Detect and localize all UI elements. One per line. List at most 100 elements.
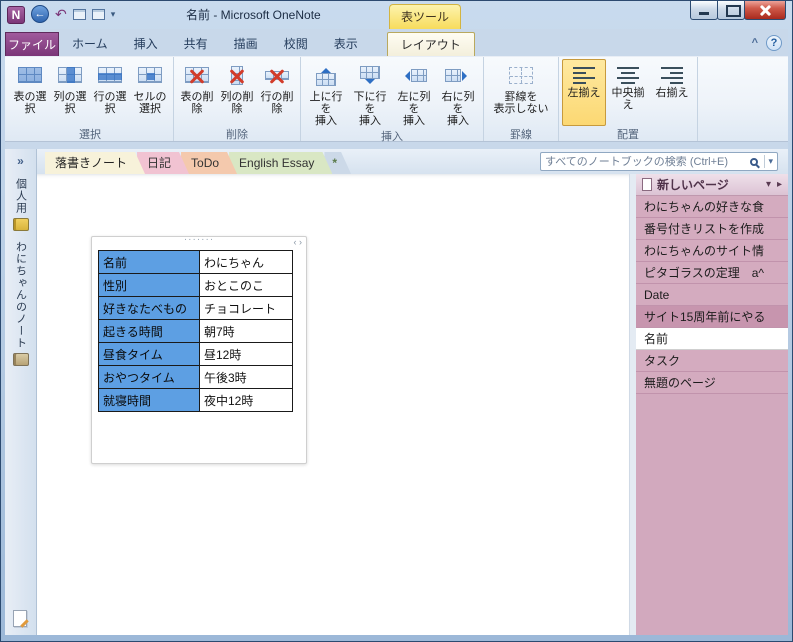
insert-row-below-button[interactable]: 下に行を 挿入 — [348, 59, 392, 128]
profile-table[interactable]: 名前 わにちゃん 性別 おとこのこ 好きなたべもの チョコレート 起きる時間 朝… — [98, 250, 293, 412]
section-tab-todo[interactable]: ToDo — [181, 152, 237, 174]
insert-column-right-button[interactable]: 右に列を 挿入 — [436, 59, 480, 128]
minimize-button[interactable] — [690, 1, 718, 20]
unfiled-notes-icon[interactable] — [13, 610, 27, 627]
select-table-icon — [17, 64, 43, 88]
align-left-icon — [573, 67, 595, 84]
page-item[interactable]: わにちゃんの好きな食 — [636, 196, 788, 218]
tab-file[interactable]: ファイル — [5, 32, 59, 56]
table-row[interactable]: 就寝時間 夜中12時 — [98, 388, 293, 412]
maximize-button[interactable] — [717, 1, 745, 20]
select-column-icon — [57, 64, 83, 88]
table-key-cell[interactable]: 昼食タイム — [98, 342, 200, 366]
insert-row-above-icon — [313, 64, 339, 88]
tab-review[interactable]: 校閲 — [271, 32, 321, 56]
align-right-button[interactable]: 右揃え — [650, 59, 694, 126]
select-cell-button[interactable]: セルの 選択 — [130, 59, 170, 126]
insert-column-left-button[interactable]: 左に列を 挿入 — [392, 59, 436, 128]
select-row-icon — [97, 64, 123, 88]
delete-row-button[interactable]: 行の削除 — [257, 59, 297, 126]
select-row-button[interactable]: 行の選択 — [90, 59, 130, 126]
table-key-cell[interactable]: 就寝時間 — [98, 388, 200, 412]
expand-sidebar-icon[interactable]: » — [17, 154, 24, 168]
page-item[interactable]: わにちゃんのサイト情 — [636, 240, 788, 262]
table-value-cell[interactable]: チョコレート — [199, 296, 293, 320]
table-key-cell[interactable]: おやつタイム — [98, 365, 200, 389]
page-canvas[interactable]: ······· ‹ › 名前 わにちゃん 性別 おとこのこ 好きなたべもの チョ… — [37, 174, 629, 635]
table-row[interactable]: 起きる時間 朝7時 — [98, 319, 293, 343]
delete-column-icon — [224, 64, 250, 88]
delete-table-button[interactable]: 表の削除 — [177, 59, 217, 126]
close-button[interactable] — [744, 1, 786, 20]
notebook-item-wani[interactable]: わにちゃんのノート — [13, 241, 29, 349]
canvas-scrollbar[interactable] — [629, 174, 636, 635]
tab-layout-active[interactable]: レイアウト — [386, 32, 475, 56]
page-tabs-pane: 新しいページ ▾ ▸ わにちゃんの好きな食 番号付きリストを作成 わにちゃんのサ… — [636, 174, 788, 635]
full-page-view-icon[interactable] — [91, 8, 105, 20]
container-nav-arrows-icon[interactable]: ‹ › — [294, 237, 303, 247]
collapse-ribbon-icon[interactable]: ^ — [752, 37, 758, 49]
titlebar: N ← ↶ ▾ 名前 - Microsoft OneNote 表ツール — [1, 1, 792, 29]
delete-table-icon — [184, 64, 210, 88]
back-icon[interactable]: ← — [31, 5, 49, 23]
notebook-icon-wani[interactable] — [12, 353, 29, 366]
table-value-cell[interactable]: 夜中12時 — [199, 388, 293, 412]
contextual-tool-group[interactable]: 表ツール — [389, 4, 461, 29]
page-item[interactable]: 番号付きリストを作成 — [636, 218, 788, 240]
search-input[interactable] — [545, 155, 748, 168]
search-scope-chevron-icon[interactable]: ▾ — [768, 156, 773, 167]
note-container[interactable]: ······· ‹ › 名前 わにちゃん 性別 おとこのこ 好きなたべもの チョ… — [91, 234, 307, 464]
table-value-cell[interactable]: 昼12時 — [199, 342, 293, 366]
customize-qat-chevron-icon[interactable]: ▾ — [111, 5, 116, 23]
align-center-button[interactable]: 中央揃え — [606, 59, 650, 126]
table-value-cell[interactable]: おとこのこ — [199, 273, 293, 297]
table-row[interactable]: 好きなたべもの チョコレート — [98, 296, 293, 320]
delete-column-button[interactable]: 列の削除 — [217, 59, 257, 126]
new-page-label[interactable]: 新しいページ — [657, 176, 760, 193]
new-page-header[interactable]: 新しいページ ▾ ▸ — [636, 174, 788, 196]
onenote-app-icon[interactable]: N — [7, 6, 25, 24]
table-value-cell[interactable]: 午後3時 — [199, 365, 293, 389]
table-key-cell[interactable]: 好きなたべもの — [98, 296, 200, 320]
undo-icon[interactable]: ↶ — [55, 5, 67, 23]
table-key-cell[interactable]: 起きる時間 — [98, 319, 200, 343]
table-value-cell[interactable]: 朝7時 — [199, 319, 293, 343]
drag-handle-icon[interactable]: ······· — [184, 234, 214, 245]
hide-borders-icon — [508, 64, 534, 88]
tab-view[interactable]: 表示 — [321, 32, 371, 56]
notebook-item-personal[interactable]: 個人用 — [13, 178, 29, 214]
align-left-button[interactable]: 左揃え — [562, 59, 606, 126]
notebook-icon-personal[interactable] — [12, 218, 29, 231]
table-row[interactable]: 名前 わにちゃん — [98, 250, 293, 274]
hide-borders-button[interactable]: 罫線を 表示しない — [487, 59, 555, 126]
tab-share[interactable]: 共有 — [171, 32, 221, 56]
page-item[interactable]: ピタゴラスの定理 a^ — [636, 262, 788, 284]
page-item[interactable]: Date — [636, 284, 788, 306]
table-key-cell[interactable]: 名前 — [98, 250, 200, 274]
table-row[interactable]: 昼食タイム 昼12時 — [98, 342, 293, 366]
table-row[interactable]: おやつタイム 午後3時 — [98, 365, 293, 389]
help-icon[interactable]: ? — [766, 35, 782, 51]
page-item-selected[interactable]: 名前 — [636, 328, 788, 350]
page-item[interactable]: 無題のページ — [636, 372, 788, 394]
select-column-button[interactable]: 列の選択 — [50, 59, 90, 126]
page-item[interactable]: サイト15周年前にやる — [636, 306, 788, 328]
section-tab-english-essay[interactable]: English Essay — [229, 152, 332, 174]
new-page-icon — [642, 178, 652, 191]
tab-home[interactable]: ホーム — [59, 32, 121, 56]
select-table-button[interactable]: 表の選択 — [10, 59, 50, 126]
search-box[interactable]: ▾ — [540, 152, 778, 171]
tab-draw[interactable]: 描画 — [221, 32, 271, 56]
table-value-cell[interactable]: わにちゃん — [199, 250, 293, 274]
page-item[interactable]: タスク — [636, 350, 788, 372]
table-row[interactable]: 性別 おとこのこ — [98, 273, 293, 297]
collapse-pane-icon[interactable]: ▸ — [777, 179, 782, 190]
dock-window-icon[interactable] — [72, 8, 86, 20]
group-label-delete: 削除 — [226, 129, 248, 141]
tab-insert[interactable]: 挿入 — [121, 32, 171, 56]
table-key-cell[interactable]: 性別 — [98, 273, 200, 297]
page-list: わにちゃんの好きな食 番号付きリストを作成 わにちゃんのサイト情 ピタゴラスの定… — [636, 196, 788, 394]
insert-row-above-button[interactable]: 上に行を 挿入 — [304, 59, 348, 128]
new-page-dropdown-icon[interactable]: ▾ — [766, 179, 771, 190]
section-tab-scribble[interactable]: 落書きノート — [45, 152, 145, 174]
